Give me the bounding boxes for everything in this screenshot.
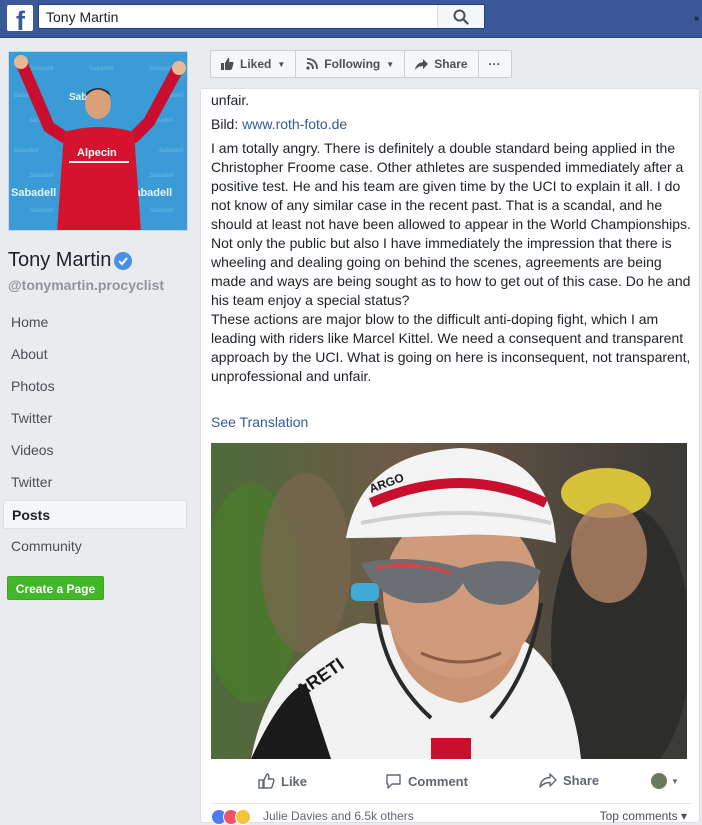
reactions-summary: Julie Davies and 6.5k others Top comment…	[211, 803, 691, 825]
post-action-row: Like Comment Share ▼	[211, 769, 687, 799]
photo-credit-link[interactable]: www.roth-foto.de	[242, 116, 347, 132]
post-photo-credit: Bild: www.roth-foto.de	[211, 116, 348, 132]
top-navigation-bar: f Tony Martin ■	[0, 0, 702, 38]
search-button[interactable]	[437, 5, 484, 28]
nav-item-videos[interactable]: Videos	[3, 436, 187, 465]
verified-badge-icon	[114, 252, 132, 270]
post-text-line: unfair.	[211, 92, 250, 108]
svg-text:Sabadell: Sabadell	[29, 173, 54, 179]
chevron-down-icon: ▼	[671, 776, 679, 786]
nav-item-home[interactable]: Home	[3, 308, 187, 337]
chevron-down-icon: ▼	[386, 59, 395, 69]
post-paragraph: I am totally angry. There is definitely …	[211, 140, 691, 232]
more-options-button[interactable]: ···	[477, 50, 512, 78]
svg-text:Sabadell: Sabadell	[159, 148, 184, 154]
search-bar[interactable]: Tony Martin	[38, 4, 485, 29]
profile-picture[interactable]: Sabadell Sabadell Sabadell Sabadell Sabadel…	[8, 51, 188, 231]
post-card: unfair. Bild: www.roth-foto.de I am tota…	[200, 88, 700, 825]
post-photo[interactable]: ARETI ARGO	[211, 443, 687, 759]
page-navigation: Home About Photos Twitter Videos Twitter…	[3, 308, 187, 564]
nav-item-twitter-2[interactable]: Twitter	[3, 468, 187, 497]
nav-item-photos[interactable]: Photos	[3, 372, 187, 401]
svg-text:Sabadell: Sabadell	[11, 187, 56, 199]
rss-icon	[306, 58, 319, 70]
page-title[interactable]: Tony Martin	[8, 249, 111, 272]
svg-text:Sabadell: Sabadell	[14, 148, 39, 154]
like-button[interactable]: Like	[258, 773, 307, 789]
nav-item-posts[interactable]: Posts	[3, 500, 187, 529]
liked-button[interactable]: Liked ▼	[210, 50, 297, 78]
see-translation-link[interactable]: See Translation	[211, 414, 308, 430]
account-menu-icon[interactable]: ■	[694, 14, 699, 23]
nav-item-about[interactable]: About	[3, 340, 187, 369]
post-body: unfair. Bild: www.roth-foto.de I am tota…	[211, 91, 691, 386]
comment-button[interactable]: Comment	[385, 773, 468, 789]
post-as-selector[interactable]: ▼	[651, 773, 679, 789]
search-icon	[453, 9, 469, 25]
left-sidebar: Sabadell Sabadell Sabadell Sabadell Sabadel…	[0, 39, 200, 823]
avatar	[651, 773, 667, 789]
svg-text:Sabadell: Sabadell	[89, 66, 114, 72]
share-arrow-icon	[415, 58, 429, 70]
nav-item-twitter[interactable]: Twitter	[3, 404, 187, 433]
svg-text:Sabadell: Sabadell	[29, 208, 54, 214]
svg-text:Sabadell: Sabadell	[29, 66, 54, 72]
post-paragraph: These actions are major blow to the diff…	[211, 311, 691, 384]
chevron-down-icon: ▼	[277, 59, 286, 69]
svg-text:Sabadell: Sabadell	[149, 173, 174, 179]
search-input[interactable]: Tony Martin	[46, 9, 118, 25]
top-comments-dropdown[interactable]: Top comments ▾	[600, 809, 687, 823]
main-content: Liked ▼ Following ▼ Share ··· unfair. Bild…	[200, 39, 702, 825]
following-button[interactable]: Following ▼	[295, 50, 406, 78]
nav-item-community[interactable]: Community	[3, 532, 187, 561]
page-action-bar: Liked ▼ Following ▼ Share ···	[210, 50, 512, 78]
share-button[interactable]: Share	[404, 50, 479, 78]
reactions-count[interactable]: Julie Davies and 6.5k others	[263, 809, 414, 823]
thumbs-up-icon	[258, 773, 275, 789]
comment-bubble-icon	[386, 774, 401, 789]
svg-text:Sabadell: Sabadell	[149, 208, 174, 214]
thumbs-up-icon	[221, 58, 234, 70]
post-paragraph: Not only the public but also I have imme…	[211, 235, 691, 308]
facebook-logo-icon[interactable]: f	[7, 5, 33, 31]
create-page-button[interactable]: Create a Page	[7, 576, 104, 600]
svg-text:Alpecin: Alpecin	[77, 147, 117, 159]
share-arrow-icon	[539, 773, 557, 788]
page-handle[interactable]: @tonymartin.procyclist	[8, 277, 164, 293]
post-share-button[interactable]: Share	[539, 773, 599, 788]
